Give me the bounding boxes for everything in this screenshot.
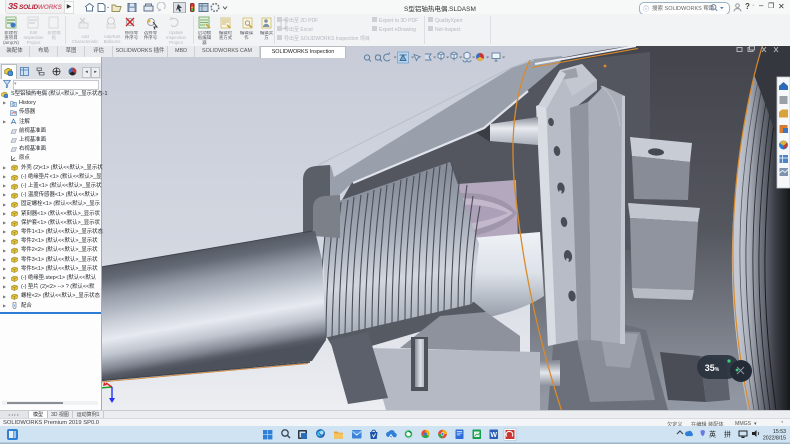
- svg-text:拼: 拼: [724, 430, 731, 439]
- svg-text:15:53: 15:53: [773, 429, 786, 435]
- svg-text:W: W: [490, 432, 497, 439]
- svg-text:英: 英: [709, 430, 716, 439]
- svg-text:2022/8/15: 2022/8/15: [763, 436, 786, 442]
